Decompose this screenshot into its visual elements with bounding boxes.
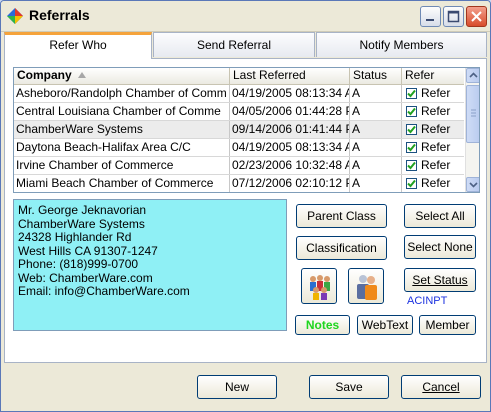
referrals-grid: Company Last Referred Status Refer Asheb… bbox=[13, 67, 480, 193]
table-row[interactable]: Asheboro/Randolph Chamber of Comm 04/19/… bbox=[14, 85, 464, 103]
tab-notify-members[interactable]: Notify Members bbox=[316, 32, 487, 57]
sort-ascending-icon bbox=[78, 72, 87, 78]
status-cell: A bbox=[350, 121, 402, 138]
contact-city-state-zip: West Hills CA 91307-1247 bbox=[18, 243, 158, 258]
contact-address: 24328 Highlander Rd bbox=[18, 230, 132, 244]
tab-refer-who[interactable]: Refer Who bbox=[4, 32, 152, 59]
column-header-status[interactable]: Status bbox=[350, 68, 402, 84]
company-cell: Irvine Chamber of Commerce bbox=[14, 157, 230, 174]
refer-label: Refer bbox=[421, 176, 451, 190]
contact-name: Mr. George Jeknavorian bbox=[18, 203, 147, 217]
column-header-company[interactable]: Company bbox=[14, 68, 230, 84]
last-referred-cell: 04/19/2005 08:13:34 A bbox=[232, 85, 350, 102]
notes-button[interactable]: Notes bbox=[295, 315, 350, 335]
column-header-last-referred[interactable]: Last Referred bbox=[230, 68, 350, 84]
grid-header: Company Last Referred Status Refer bbox=[14, 68, 464, 85]
contacts-button[interactable] bbox=[348, 268, 384, 304]
webtext-button[interactable]: WebText bbox=[357, 315, 413, 335]
people-group-icon bbox=[310, 275, 330, 300]
table-row[interactable]: Miami Beach Chamber of Commerce 07/12/20… bbox=[14, 175, 464, 192]
referrals-window: Referrals Refer Who Send Referral Notify… bbox=[0, 0, 491, 412]
refer-checkbox[interactable] bbox=[406, 88, 417, 99]
people-pair-icon bbox=[357, 275, 377, 300]
status-cell: A bbox=[350, 175, 402, 192]
table-row-selected[interactable]: ChamberWare Systems 09/14/2006 01:41:44 … bbox=[14, 121, 464, 139]
chevron-down-icon bbox=[469, 182, 478, 188]
company-cell: Central Louisiana Chamber of Comme bbox=[14, 103, 230, 120]
refer-label: Refer bbox=[421, 86, 451, 100]
refer-label: Refer bbox=[421, 122, 451, 136]
last-referred-cell: 07/12/2006 02:10:12 P bbox=[232, 175, 350, 192]
company-cell: Miami Beach Chamber of Commerce bbox=[14, 175, 230, 192]
table-row[interactable]: Central Louisiana Chamber of Comme 04/05… bbox=[14, 103, 464, 121]
cancel-button[interactable]: Cancel bbox=[401, 375, 481, 399]
grip-icon bbox=[471, 109, 476, 117]
company-cell: ChamberWare Systems bbox=[14, 121, 230, 138]
refer-checkbox[interactable] bbox=[406, 124, 417, 135]
new-button[interactable]: New bbox=[197, 375, 277, 399]
refer-label: Refer bbox=[421, 140, 451, 154]
select-all-button[interactable]: Select All bbox=[404, 204, 476, 228]
minimize-button[interactable] bbox=[420, 6, 441, 27]
close-button[interactable] bbox=[466, 6, 487, 27]
table-row[interactable]: Irvine Chamber of Commerce 02/23/2006 10… bbox=[14, 157, 464, 175]
set-status-label: Set Status bbox=[412, 273, 468, 287]
scroll-down-button[interactable] bbox=[466, 177, 479, 192]
contact-web: Web: ChamberWare.com bbox=[18, 270, 153, 285]
refer-checkbox[interactable] bbox=[406, 142, 417, 153]
company-cell: Daytona Beach-Halifax Area C/C bbox=[14, 139, 230, 156]
refer-who-panel: Company Last Referred Status Refer Asheb… bbox=[4, 58, 487, 363]
last-referred-cell: 04/05/2006 01:44:28 P bbox=[232, 103, 350, 120]
refer-checkbox[interactable] bbox=[406, 160, 417, 171]
grid-vertical-scrollbar[interactable] bbox=[465, 68, 479, 192]
chevron-up-icon bbox=[469, 72, 478, 78]
contact-info-box: Mr. George Jeknavorian ChamberWare Syste… bbox=[13, 199, 287, 331]
last-referred-cell: 09/14/2006 01:41:44 P bbox=[232, 121, 350, 138]
scroll-up-button[interactable] bbox=[466, 68, 479, 83]
status-cell: A bbox=[350, 103, 402, 120]
app-icon bbox=[7, 8, 23, 24]
cancel-label: Cancel bbox=[422, 380, 460, 394]
maximize-button[interactable] bbox=[443, 6, 464, 27]
contact-company: ChamberWare Systems bbox=[18, 216, 145, 231]
refer-label: Refer bbox=[421, 104, 451, 118]
classification-button[interactable]: Classification bbox=[296, 236, 387, 260]
contact-phone: Phone: (818)999-0700 bbox=[18, 257, 139, 271]
window-title: Referrals bbox=[29, 7, 90, 23]
tab-strip: Refer Who Send Referral Notify Members bbox=[4, 32, 487, 59]
contact-email: Email: info@ChamberWare.com bbox=[18, 284, 190, 298]
status-cell: A bbox=[350, 85, 402, 102]
refer-checkbox[interactable] bbox=[406, 178, 417, 189]
last-referred-cell: 04/19/2005 08:13:34 A bbox=[232, 139, 350, 156]
refer-checkbox[interactable] bbox=[406, 106, 417, 117]
status-cell: A bbox=[350, 157, 402, 174]
title-bar: Referrals bbox=[1, 1, 490, 32]
save-button[interactable]: Save bbox=[309, 375, 389, 399]
member-button[interactable]: Member bbox=[419, 315, 476, 335]
select-none-button[interactable]: Select None bbox=[404, 235, 476, 259]
table-row[interactable]: Daytona Beach-Halifax Area C/C 04/19/200… bbox=[14, 139, 464, 157]
set-status-button[interactable]: Set Status bbox=[404, 268, 476, 292]
company-cell: Asheboro/Randolph Chamber of Comm bbox=[14, 85, 230, 102]
status-cell: A bbox=[350, 139, 402, 156]
parent-class-button[interactable]: Parent Class bbox=[296, 204, 387, 228]
status-codes-label: ACINPT bbox=[407, 295, 448, 307]
refer-label: Refer bbox=[421, 158, 451, 172]
column-header-refer[interactable]: Refer bbox=[402, 68, 464, 84]
tab-send-referral[interactable]: Send Referral bbox=[153, 32, 315, 57]
last-referred-cell: 02/23/2006 10:32:48 A bbox=[232, 157, 350, 174]
column-header-company-label: Company bbox=[17, 68, 72, 82]
scroll-thumb[interactable] bbox=[466, 85, 479, 143]
group-members-button[interactable] bbox=[301, 268, 337, 304]
